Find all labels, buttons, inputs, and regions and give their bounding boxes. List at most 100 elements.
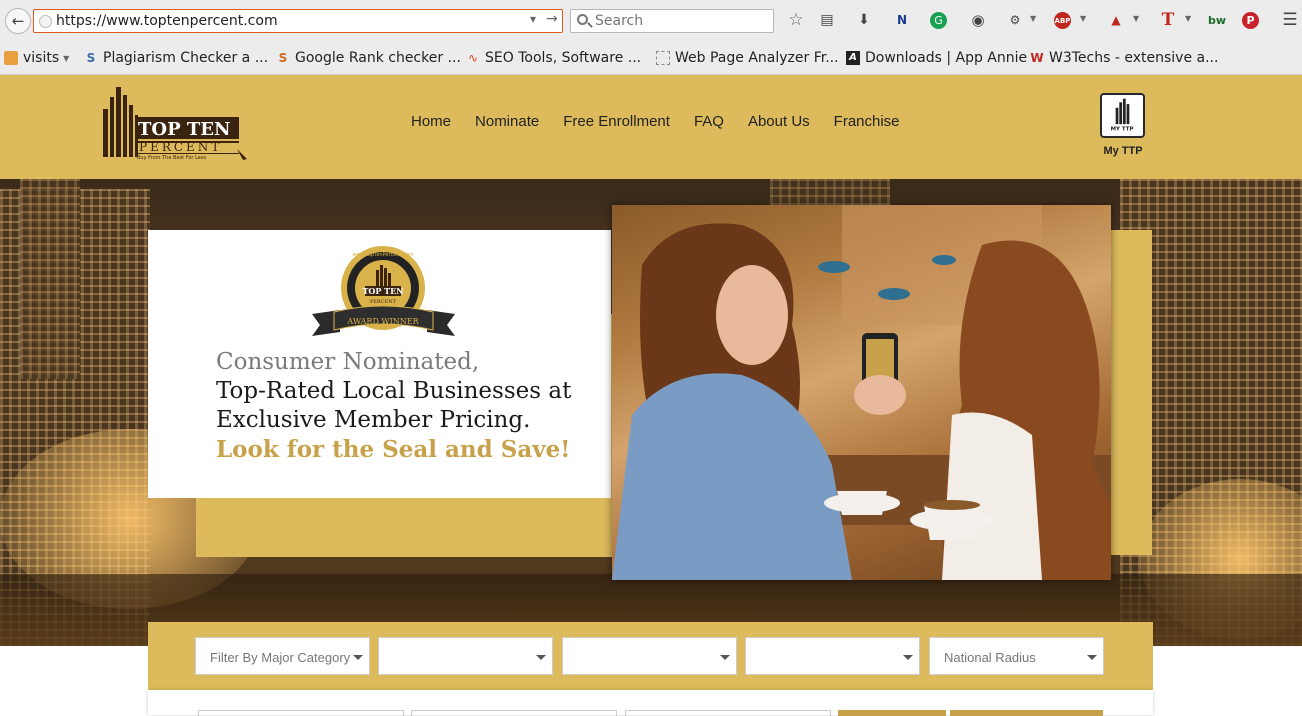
my-ttp-label[interactable]: My TTP xyxy=(1094,145,1152,157)
go-arrow-icon[interactable]: → xyxy=(546,11,558,27)
grammarly-icon[interactable]: G xyxy=(930,12,947,29)
n-extension-icon[interactable]: N xyxy=(892,10,912,30)
adblock-dropdown-icon[interactable]: ▼ xyxy=(1080,14,1086,23)
filter-subcategory-2-select[interactable] xyxy=(562,637,737,675)
bookmark-visits[interactable]: visits ▼ xyxy=(4,49,69,67)
seal-name-top-ten: TOP TEN xyxy=(362,286,403,296)
bookmark-google-rank[interactable]: S Google Rank checker ... xyxy=(276,49,461,67)
folder-icon xyxy=(4,51,18,65)
updown-arrows-icon[interactable]: ▲ xyxy=(1106,10,1126,30)
filter-bar: Filter By Major Category National Radius xyxy=(148,622,1153,692)
search-field-3[interactable] xyxy=(625,710,831,716)
bw-extension-icon[interactable]: bw xyxy=(1207,10,1227,30)
hero-photo-women-cafe xyxy=(612,205,1111,580)
logo-text-top-ten: TOP TEN xyxy=(138,119,230,140)
search-bar[interactable] xyxy=(570,9,774,33)
tool-extension-icon[interactable]: ⚙ xyxy=(1005,10,1025,30)
hero-photo-illustration xyxy=(612,205,1111,580)
hero-text-card: TOP TEN PERCENT www.TopTenPercent.com AW… xyxy=(148,230,611,498)
site-logo[interactable]: TOP TEN PERCENT Buy From The Best For Le… xyxy=(101,87,251,162)
t-dropdown-icon[interactable]: ▼ xyxy=(1185,14,1191,23)
search-icon xyxy=(577,14,588,25)
tagline-line-1: Consumer Nominated, xyxy=(216,349,480,375)
search-field-1[interactable] xyxy=(198,710,404,716)
bookmark-app-annie[interactable]: A Downloads | App Annie xyxy=(846,49,1027,67)
logo-pen-icon xyxy=(237,149,247,160)
s-logo-icon: S xyxy=(278,51,288,65)
url-input[interactable] xyxy=(56,11,496,31)
nav-home[interactable]: Home xyxy=(411,113,451,130)
camera-extension-icon[interactable]: ◉ xyxy=(968,10,988,30)
nav-free-enrollment[interactable]: Free Enrollment xyxy=(563,113,670,130)
pulse-icon: ∿ xyxy=(467,51,479,65)
hamburger-menu-icon[interactable]: ☰ xyxy=(1280,10,1300,30)
seal-ribbon-text: AWARD WINNER xyxy=(346,317,419,326)
bookmarks-bar: visits ▼ S Plagiarism Checker a ... S Go… xyxy=(0,43,1302,75)
search-input[interactable] xyxy=(595,12,765,30)
nav-nominate[interactable]: Nominate xyxy=(475,113,539,130)
nav-franchise[interactable]: Franchise xyxy=(834,113,900,130)
my-ttp-button[interactable]: MY TTP xyxy=(1100,93,1145,138)
bookmark-w3techs[interactable]: W W3Techs - extensive a... xyxy=(1030,49,1218,67)
globe-icon xyxy=(39,15,52,28)
updown-dropdown-icon[interactable]: ▼ xyxy=(1133,14,1139,23)
reset-button[interactable] xyxy=(950,710,1103,716)
download-icon[interactable]: ⬇ xyxy=(854,10,874,30)
nav-faq[interactable]: FAQ xyxy=(694,113,724,130)
select-value: National Radius xyxy=(944,650,1036,665)
hero-tagline: Consumer Nominated, Top-Rated Local Busi… xyxy=(216,348,606,464)
clipboard-icon[interactable]: ▤ xyxy=(817,10,837,30)
chevron-down-icon xyxy=(720,655,730,660)
filter-subcategory-3-select[interactable] xyxy=(745,637,920,675)
bookmark-label: visits xyxy=(23,50,60,66)
url-bar[interactable]: ▾ → xyxy=(33,9,563,33)
bookmark-plagiarism[interactable]: S Plagiarism Checker a ... xyxy=(84,49,268,67)
logo-text-percent: PERCENT xyxy=(139,140,222,154)
my-ttp-icon-text: MY TTP xyxy=(1111,127,1134,133)
filter-radius-select[interactable]: National Radius xyxy=(929,637,1104,675)
filter-subcategory-1-select[interactable] xyxy=(378,637,553,675)
adblock-icon[interactable]: ABP xyxy=(1054,12,1071,29)
bookmark-label: Web Page Analyzer Fr... xyxy=(675,50,839,66)
seal-name-percent: PERCENT xyxy=(370,299,397,305)
chevron-down-icon xyxy=(903,655,913,660)
search-button[interactable] xyxy=(838,710,946,716)
tagline-line-2: Top-Rated Local Businesses at xyxy=(216,378,572,404)
tagline-line-3: Exclusive Member Pricing. xyxy=(216,407,531,433)
chevron-down-icon: ▼ xyxy=(63,53,70,63)
browser-chrome: ← ▾ → ☆ ▤ ⬇ N G ◉ ⚙ ▼ ABP ▼ ▲ ▼ T ▼ bw P… xyxy=(0,0,1302,75)
site-header: TOP TEN PERCENT Buy From The Best For Le… xyxy=(0,75,1302,179)
search-field-2[interactable] xyxy=(411,710,617,716)
bookmark-web-page-analyzer[interactable]: Web Page Analyzer Fr... xyxy=(656,49,839,67)
chevron-down-icon xyxy=(536,655,546,660)
nav-about-us[interactable]: About Us xyxy=(748,113,810,130)
chevron-down-icon xyxy=(1087,655,1097,660)
w3techs-icon: W xyxy=(1030,51,1044,65)
search-row xyxy=(148,690,1153,716)
main-nav: Home Nominate Free Enrollment FAQ About … xyxy=(399,113,912,130)
bookmark-label: Downloads | App Annie xyxy=(865,50,1028,66)
tool-dropdown-icon[interactable]: ▼ xyxy=(1030,14,1036,23)
building-left-tall xyxy=(20,179,80,379)
t-extension-icon[interactable]: T xyxy=(1158,10,1178,30)
browser-toolbar: ← ▾ → ☆ ▤ ⬇ N G ◉ ⚙ ▼ ABP ▼ ▲ ▼ T ▼ bw P… xyxy=(0,0,1302,42)
logo-tagline: Buy From The Best For Less xyxy=(137,155,206,161)
back-arrow-icon[interactable]: ← xyxy=(5,8,31,34)
s-logo-icon: S xyxy=(86,51,96,65)
app-annie-icon: A xyxy=(846,51,860,65)
filter-major-category-select[interactable]: Filter By Major Category xyxy=(195,637,370,675)
bookmark-label: Google Rank checker ... xyxy=(295,50,461,66)
bookmark-label: SEO Tools, Software ... xyxy=(485,50,642,66)
star-bookmark-icon[interactable]: ☆ xyxy=(786,10,806,30)
bookmark-seo-tools[interactable]: ∿ SEO Tools, Software ... xyxy=(466,49,641,67)
bookmark-label: Plagiarism Checker a ... xyxy=(103,50,269,66)
award-seal: TOP TEN PERCENT www.TopTenPercent.com AW… xyxy=(312,246,455,336)
url-dropdown-icon[interactable]: ▾ xyxy=(530,12,536,26)
select-value: Filter By Major Category xyxy=(210,650,351,665)
bookmark-label: W3Techs - extensive a... xyxy=(1049,50,1219,66)
tagline-line-4: Look for the Seal and Save! xyxy=(216,436,571,463)
seal-url-text: www.TopTenPercent.com xyxy=(352,252,413,258)
chevron-down-icon xyxy=(353,655,363,660)
page-icon xyxy=(656,51,670,65)
pinterest-icon[interactable]: P xyxy=(1242,12,1259,29)
